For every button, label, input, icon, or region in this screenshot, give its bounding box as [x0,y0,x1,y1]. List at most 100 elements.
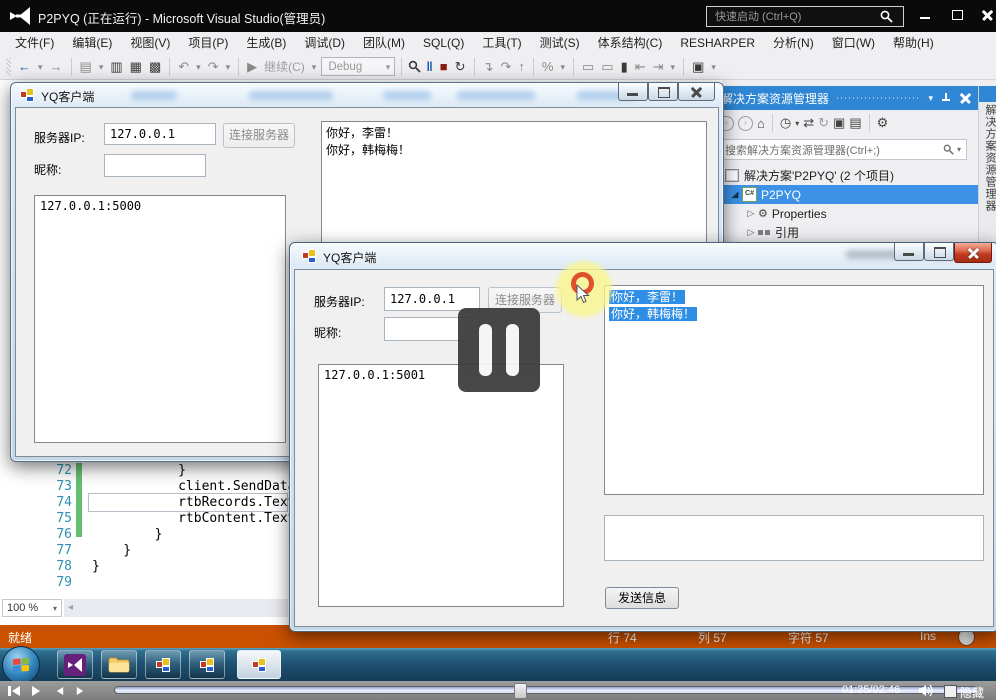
preview-selected-icon[interactable]: ⚙ [877,115,889,131]
tree-item-references[interactable]: ▷ 引用 [715,223,979,242]
search-icon[interactable] [943,144,954,155]
errorlist-dropdown-icon[interactable]: ▾ [709,57,718,77]
uncomment-icon[interactable]: ▭ [599,57,615,77]
menu-architecture[interactable]: 体系结构(C) [589,32,672,54]
client1-close-button[interactable] [678,83,715,101]
client2-close-button[interactable] [954,243,992,263]
horizontal-scrollbar[interactable]: ◂ [64,599,288,617]
paste-icon[interactable]: ▤ [78,57,94,77]
video-pause-overlay[interactable] [458,308,540,392]
forward-icon[interactable]: › [738,116,753,131]
menu-test[interactable]: 测试(S) [531,32,589,54]
pause-icon[interactable]: ‖ [424,57,434,77]
start-button[interactable] [2,646,40,684]
taskbar-explorer-button[interactable] [101,650,137,679]
hide-label[interactable]: 隐藏 [960,684,984,700]
client2-maximize-button[interactable] [924,243,954,261]
play-icon[interactable] [32,686,40,696]
save-all-icon[interactable]: ▩ [147,57,163,77]
step-out-icon[interactable]: ↑ [516,57,527,77]
expanded-arrow-icon[interactable]: ◢ [729,189,741,200]
pending-dropdown-icon[interactable]: ▾ [795,119,799,128]
menu-sql[interactable]: SQL(Q) [414,32,473,54]
volume-icon[interactable] [918,684,934,697]
menu-build[interactable]: 生成(B) [237,32,295,54]
close-icon[interactable] [957,90,973,106]
home-icon[interactable]: ⌂ [757,116,765,131]
pending-changes-icon[interactable]: ◷ [780,115,791,131]
stop-icon[interactable]: ■ [438,57,450,77]
solution-explorer-header[interactable]: 解决方案资源管理器 ▾ [715,86,979,110]
client2-minimize-button[interactable] [894,243,924,261]
quick-launch-input[interactable]: 快速启动 (Ctrl+Q) [706,6,904,27]
tree-item-project-selected[interactable]: ◢ C# P2PYQ [715,185,979,204]
taskbar-visual-studio-button[interactable] [57,650,93,679]
client1-minimize-button[interactable] [618,83,648,101]
bookmark-dropdown-icon[interactable]: ▾ [669,57,678,77]
collapsed-arrow-icon[interactable]: ▷ [745,227,757,238]
redo-dropdown-icon[interactable]: ▾ [224,57,233,77]
toolbar-grip[interactable] [6,58,11,76]
previous-icon[interactable] [57,687,63,695]
editor-zoom-select[interactable]: 100 % ▾ [2,599,62,617]
client1-peer-item[interactable]: 127.0.0.1:5000 [35,196,285,216]
undo-dropdown-icon[interactable]: ▾ [194,57,203,77]
skip-start-icon[interactable] [12,686,20,696]
panel-menu-icon[interactable]: ▾ [928,93,933,104]
menu-view[interactable]: 视图(V) [121,32,179,54]
menu-project[interactable]: 项目(P) [179,32,237,54]
client1-peer-listbox[interactable]: 127.0.0.1:5000 [34,195,286,443]
paste-dropdown-icon[interactable]: ▾ [97,57,106,77]
solution-config-combo[interactable]: Debug ▾ [321,57,395,76]
prev-bookmark-icon[interactable]: ⇤ [633,57,648,77]
menu-edit[interactable]: 编辑(E) [63,32,121,54]
client2-peer-listbox[interactable]: 127.0.0.1:5001 [318,364,564,607]
menu-help[interactable]: 帮助(H) [884,32,943,54]
skip-start-bar[interactable] [8,686,11,696]
solution-search-box[interactable]: 搜索解决方案资源管理器(Ctrl+;) ▾ [719,139,967,160]
client2-message-input[interactable] [604,515,984,561]
client1-maximize-button[interactable] [648,83,678,101]
collapsed-arrow-icon[interactable]: ▷ [745,208,757,219]
redo-icon[interactable]: ↷ [206,57,221,77]
comment-icon[interactable]: ▭ [580,57,596,77]
properties-icon[interactable]: ▤ [849,115,861,131]
switch-views-icon[interactable]: ⇄ [803,115,814,131]
undo-icon[interactable]: ↶ [176,57,191,77]
client1-nickname-input[interactable] [104,154,206,177]
solution-explorer-vertical-tab[interactable]: 解决方案资源管理器 [978,86,996,258]
bookmark-icon[interactable]: ▮ [619,57,630,77]
find-icon[interactable] [408,60,421,73]
scroll-left-icon[interactable]: ◂ [68,602,73,613]
continue-label[interactable]: 继续(C) [262,57,307,77]
collapse-all-icon[interactable]: ▣ [833,115,845,131]
menu-tools[interactable]: 工具(T) [473,32,530,54]
hex-dropdown-icon[interactable]: ▾ [558,57,567,77]
taskbar-client-window-button-1[interactable] [145,650,181,679]
navigate-back-icon[interactable]: ← [16,57,33,77]
tree-item-solution[interactable]: 解决方案'P2PYQ' (2 个项目) [715,166,979,185]
search-icon[interactable] [880,10,893,23]
close-button[interactable] [974,4,996,26]
save-icon[interactable]: ▦ [128,57,144,77]
step-into-icon[interactable]: ↴ [481,57,496,77]
client2-chat-records[interactable]: 你好，李雷！ 你好，韩梅梅！ [604,285,984,495]
seek-thumb[interactable] [514,683,527,699]
continue-dropdown-icon[interactable]: ▾ [310,57,319,77]
menu-file[interactable]: 文件(F) [6,32,63,54]
error-list-icon[interactable]: ▣ [690,57,706,77]
maximize-button[interactable] [944,4,970,26]
menu-analyze[interactable]: 分析(N) [764,32,823,54]
next-icon[interactable] [77,687,83,695]
client1-server-ip-input[interactable]: 127.0.0.1 [104,123,216,145]
hex-display-icon[interactable]: % [540,57,556,77]
menu-resharper[interactable]: RESHARPER [671,32,764,54]
client2-send-button[interactable]: 发送信息 [605,587,679,609]
navigate-forward-icon[interactable]: → [48,57,65,77]
back-dropdown-icon[interactable]: ▾ [36,57,45,77]
pin-icon[interactable] [939,91,953,105]
menu-team[interactable]: 团队(M) [354,32,414,54]
restart-icon[interactable]: ↻ [453,57,468,77]
client1-connect-button[interactable]: 连接服务器 [223,123,295,148]
open-file-icon[interactable]: ▥ [108,57,124,77]
